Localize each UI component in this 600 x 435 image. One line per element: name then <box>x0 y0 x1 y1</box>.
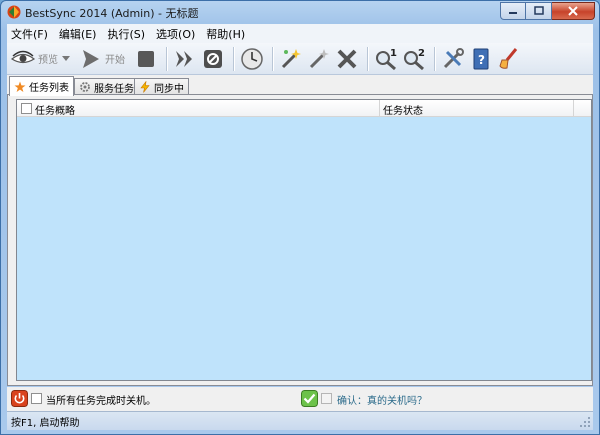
tools-button[interactable] <box>440 45 466 73</box>
status-text: 按F1, 启动帮助 <box>11 417 80 429</box>
svg-text:1: 1 <box>390 48 397 59</box>
schedule-clock-icon <box>241 47 263 70</box>
confirm-shutdown-label: 确认：真的关机吗？ <box>337 396 427 407</box>
toolbar-separator <box>272 46 273 71</box>
find-1-button[interactable]: 1 <box>373 45 399 73</box>
shutdown-checkbox[interactable] <box>31 393 42 404</box>
tab-task-list-label: 任务列表 <box>29 83 69 94</box>
cancel-button[interactable] <box>200 45 226 73</box>
tab-syncing[interactable]: 同步中 <box>134 78 189 95</box>
play-icon <box>83 49 99 68</box>
service-gear-icon <box>80 82 90 92</box>
confirm-shutdown-checkbox[interactable] <box>321 393 332 404</box>
column-divider[interactable] <box>573 100 574 117</box>
brush-icon <box>499 47 518 69</box>
column-task-status[interactable]: 任务状态 <box>383 102 423 117</box>
tab-service-tasks[interactable]: 服务任务 <box>74 78 139 95</box>
menu-file[interactable]: 文件(F) <box>11 26 48 42</box>
tab-strip: 任务列表 服务任务 同步中 <box>7 75 593 96</box>
tab-syncing-label: 同步中 <box>154 83 184 95</box>
edit-task-wand-icon <box>309 48 329 68</box>
find-2-button[interactable]: 2 <box>401 45 427 73</box>
status-bar: 按F1, 启动帮助 <box>7 411 593 430</box>
task-grid-header: 任务概略 任务状态 <box>17 100 591 117</box>
close-button[interactable] <box>552 2 595 20</box>
new-task-wand-icon <box>281 48 301 68</box>
menu-help[interactable]: 帮助(H) <box>206 26 245 42</box>
lightning-icon <box>140 81 150 93</box>
preview-label: 预览 <box>38 55 58 66</box>
tab-service-tasks-label: 服务任务 <box>94 83 134 95</box>
tab-task-list[interactable]: 任务列表 <box>9 76 74 96</box>
window-title: BestSync 2014 (Admin) - 无标题 <box>25 7 199 20</box>
resize-grip-icon[interactable] <box>579 416 591 428</box>
find-1-icon: 1 <box>376 48 397 70</box>
toolbar-separator <box>166 46 167 71</box>
toolbar: 预览 开始 1 2 ? <box>7 43 593 75</box>
new-task-button[interactable] <box>278 45 304 73</box>
maximize-button[interactable] <box>526 2 552 20</box>
chevron-down-icon <box>62 55 70 61</box>
title-bar[interactable]: BestSync 2014 (Admin) - 无标题 <box>1 1 599 23</box>
confirm-check-icon <box>301 390 318 407</box>
menu-options[interactable]: 选项(O) <box>156 26 195 42</box>
help-book-icon: ? <box>473 48 489 69</box>
power-icon <box>11 390 28 407</box>
maximize-icon <box>533 6 544 15</box>
tools-icon <box>443 47 464 68</box>
task-list-panel: 任务概略 任务状态 <box>7 94 593 386</box>
start-label: 开始 <box>105 55 125 66</box>
delete-task-button[interactable] <box>334 45 360 73</box>
edit-task-button[interactable] <box>306 45 332 73</box>
toolbar-separator <box>233 46 234 71</box>
minimize-button[interactable] <box>500 2 526 20</box>
svg-text:?: ? <box>478 53 485 67</box>
preview-button[interactable]: 预览 <box>10 45 71 73</box>
toolbar-separator <box>367 46 368 71</box>
menu-bar: 文件(F) 编辑(E) 执行(S) 选项(O) 帮助(H) <box>7 24 593 43</box>
help-button[interactable]: ? <box>468 45 494 73</box>
shutdown-label: 当所有任务完成时关机。 <box>46 396 156 407</box>
select-all-checkbox[interactable] <box>21 103 32 114</box>
clear-button[interactable] <box>496 45 522 73</box>
column-divider[interactable] <box>379 100 380 117</box>
cancel-icon <box>204 49 222 68</box>
find-2-icon: 2 <box>404 48 425 70</box>
star-icon <box>14 81 26 92</box>
toolbar-separator <box>434 46 435 71</box>
shutdown-options-bar: 当所有任务完成时关机。 确认：真的关机吗？ <box>7 387 593 411</box>
minimize-icon <box>509 12 517 14</box>
delete-task-icon <box>337 49 357 68</box>
stop-icon <box>138 50 154 67</box>
close-icon <box>568 6 578 16</box>
app-logo-icon <box>7 5 21 19</box>
schedule-button[interactable] <box>239 45 265 73</box>
app-window: BestSync 2014 (Admin) - 无标题 文件(F) 编辑(E) … <box>0 0 600 435</box>
menu-execute[interactable]: 执行(S) <box>107 26 145 42</box>
stop-button[interactable] <box>133 45 159 73</box>
menu-edit[interactable]: 编辑(E) <box>59 26 97 42</box>
fast-forward-button[interactable] <box>172 45 198 73</box>
start-button[interactable]: 开始 <box>77 45 125 73</box>
fast-forward-icon <box>176 50 192 67</box>
eye-icon <box>10 50 36 63</box>
task-grid[interactable]: 任务概略 任务状态 <box>16 99 592 381</box>
column-task-summary[interactable]: 任务概略 <box>35 102 75 117</box>
svg-text:2: 2 <box>418 48 425 59</box>
window-controls <box>500 2 595 20</box>
